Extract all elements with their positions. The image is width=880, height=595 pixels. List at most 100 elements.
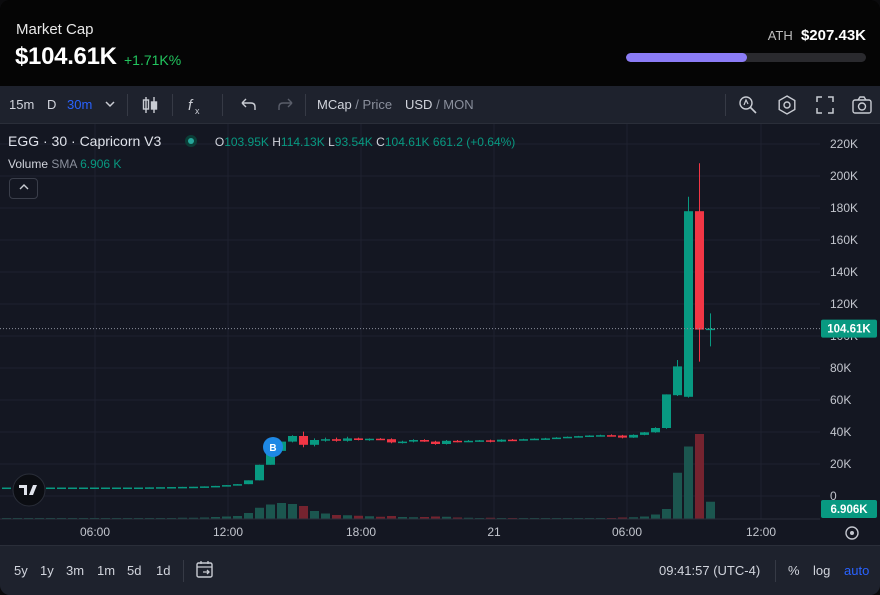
candle-body [662, 394, 671, 428]
date-range-icon[interactable] [194, 558, 216, 580]
candle-body [475, 440, 484, 442]
undo-icon[interactable] [237, 94, 259, 116]
x-tick-label: 21 [487, 525, 501, 539]
candle-body [387, 439, 396, 443]
svg-text:f: f [188, 97, 194, 114]
mon-option[interactable]: MON [443, 97, 473, 112]
candlestick-icon[interactable] [139, 94, 161, 116]
toolbar-divider [305, 94, 306, 116]
search-zoom-icon[interactable] [737, 94, 759, 116]
indicators-icon[interactable]: fx [185, 94, 207, 116]
volume-bar [321, 513, 330, 519]
clock-display[interactable]: 09:41:57 (UTC-4) [659, 563, 760, 578]
candle-body [189, 486, 198, 489]
fullscreen-icon[interactable] [814, 94, 836, 116]
ath-value: $207.43K [800, 27, 866, 44]
candle-body [354, 438, 363, 440]
candle-body [310, 440, 319, 445]
y-tick-label: 140K [830, 265, 858, 279]
candle-body [57, 487, 66, 490]
range-5d[interactable]: 5d [127, 563, 141, 578]
camera-icon[interactable] [851, 94, 873, 116]
price-badge: 104.61K [827, 324, 871, 336]
candle-body [222, 485, 231, 487]
candle-body [453, 440, 462, 443]
x-tick-label: 12:00 [213, 525, 243, 539]
candle-body [651, 428, 660, 433]
x-tick-label: 06:00 [80, 525, 110, 539]
candle-body [398, 441, 407, 444]
auto-toggle[interactable]: auto [844, 563, 869, 578]
candle-body [695, 211, 704, 330]
candle-body [2, 487, 11, 490]
candlestick-chart[interactable]: 220K200K180K160K140K120K100K80K60K40K20K… [0, 124, 880, 545]
candle-body [530, 438, 539, 441]
symbol-label[interactable]: EGG · 30 · Capricorn V3 [8, 133, 161, 149]
chart-area[interactable]: 220K200K180K160K140K120K100K80K60K40K20K… [0, 124, 880, 545]
range-1m[interactable]: 1m [97, 563, 115, 578]
candle-body [68, 487, 77, 490]
candle-body [409, 440, 418, 442]
redo-icon[interactable] [275, 94, 297, 116]
toolbar-divider [775, 560, 776, 582]
volume-label[interactable]: Volume [8, 157, 48, 171]
volume-bar [277, 503, 286, 519]
candle-body [420, 440, 429, 442]
price-option[interactable]: Price [363, 97, 393, 112]
range-5y[interactable]: 5y [14, 563, 28, 578]
y-tick-label: 180K [830, 201, 858, 215]
collapse-legend-button[interactable] [9, 178, 38, 199]
volume-bar [695, 434, 704, 519]
toolbar-divider [222, 94, 223, 116]
market-cap-change: +1.71K% [124, 52, 182, 68]
range-1y[interactable]: 1y [40, 563, 54, 578]
volume-bar [706, 501, 715, 519]
range-3m[interactable]: 3m [66, 563, 84, 578]
y-tick-label: 40K [830, 425, 851, 439]
candle-body [145, 487, 154, 489]
candle-body [552, 437, 561, 440]
interval-15m[interactable]: 15m [9, 97, 34, 112]
candle-body [112, 487, 121, 490]
range-1d[interactable]: 1d [156, 563, 170, 578]
toolbar-divider [127, 94, 128, 116]
y-tick-label: 20K [830, 457, 851, 471]
open-value: 103.95K [224, 135, 269, 149]
candle-body [178, 486, 187, 489]
candle-body [618, 435, 627, 438]
candle-body [684, 211, 693, 397]
volume-bar [288, 504, 297, 519]
x-tick-label: 12:00 [746, 525, 776, 539]
currency-toggle[interactable]: USD / MON [405, 97, 474, 112]
usd-option[interactable]: USD [405, 97, 432, 112]
candle-body [255, 464, 264, 481]
status-dot-icon [185, 135, 198, 147]
chevron-down-icon[interactable] [101, 95, 123, 117]
candle-body [90, 487, 99, 490]
log-toggle[interactable]: log [813, 563, 830, 578]
volume-bar [662, 509, 671, 519]
mcap-option[interactable]: MCap [317, 97, 352, 112]
settings-gear-icon[interactable] [776, 94, 798, 116]
candles [2, 163, 715, 490]
candle-body [629, 434, 638, 438]
interval-d[interactable]: D [47, 97, 56, 112]
volume-bar [343, 515, 352, 519]
interval-30m[interactable]: 30m [67, 97, 92, 112]
ath-progress-bar [626, 53, 866, 62]
candle-body [233, 484, 242, 486]
chevron-up-icon [19, 184, 28, 190]
ath-label: ATH [767, 28, 793, 43]
candle-body [365, 438, 374, 441]
mcap-price-toggle[interactable]: MCap / Price [317, 97, 392, 112]
candle-body [585, 435, 594, 438]
high-value: 114.13K [280, 135, 325, 149]
axis-settings-icon-dot [850, 531, 854, 535]
candle-body [706, 328, 715, 331]
percent-toggle[interactable]: % [788, 563, 800, 578]
volume-bar [255, 507, 264, 519]
volume-bar [684, 446, 693, 519]
candle-body [442, 440, 451, 444]
ath-progress-fill [626, 53, 747, 62]
candle-body [563, 436, 572, 439]
